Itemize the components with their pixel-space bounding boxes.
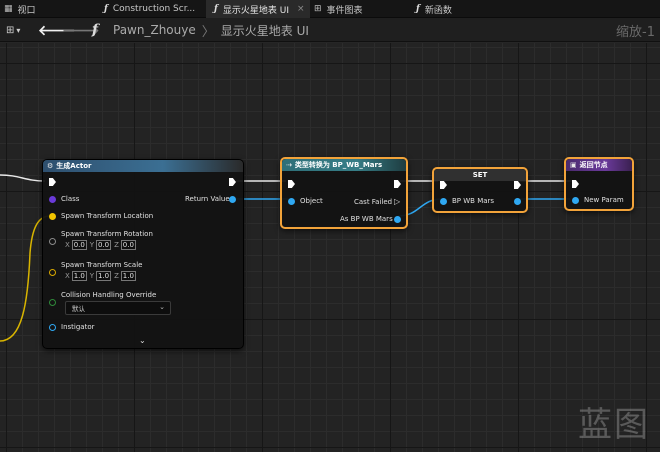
scale-fields: X 1.0 Y 1.0 Z 1.0 [65, 271, 139, 281]
exec-in-pin[interactable] [288, 180, 295, 188]
function-icon: f [92, 22, 99, 38]
rotation-y-field[interactable]: 0.0 [96, 240, 112, 250]
tab-label: 事件图表 [326, 5, 363, 16]
axis-x-label: X [65, 272, 70, 280]
exec-in-pin[interactable] [572, 180, 579, 188]
rotation-fields: X 0.0 Y 0.0 Z 0.0 [65, 240, 139, 250]
tab-new-function[interactable]: ƒ 新函数 [416, 0, 452, 18]
chevron-down-icon: ⌄ [159, 303, 165, 311]
chevron-down-icon: ▾ [16, 25, 21, 35]
spawn-icon: ⚙ [47, 162, 54, 170]
tab-label: 新函数 [424, 5, 452, 16]
new-param-label: New Param [584, 196, 624, 204]
scale-y-field[interactable]: 1.0 [96, 271, 112, 281]
cast-failed-exec-pin[interactable]: ▷ [394, 197, 400, 206]
rotation-x-field[interactable]: 0.0 [71, 240, 87, 250]
spawn-location-pin[interactable] [49, 213, 56, 220]
breadcrumb-current: 显示火星地表 UI [220, 23, 309, 38]
exec-out-pin[interactable] [394, 180, 401, 188]
collision-value: 默认 [72, 305, 85, 313]
node-title: SET [472, 171, 488, 179]
object-label: Object [300, 197, 323, 205]
graph-toolbar: ⊞ ▾ 🡐 🡒 f Pawn_Zhouye 〉 显示火星地表 UI 缩放-1 [0, 18, 660, 42]
instigator-pin[interactable] [49, 324, 56, 331]
exec-in-pin[interactable] [49, 178, 56, 186]
node-header: ⚙ 生成Actor [43, 160, 243, 172]
collision-pin[interactable] [49, 299, 56, 306]
exec-out-pin[interactable] [514, 181, 521, 189]
cast-node[interactable]: ⇢ 类型转换为 BP_WB_Mars Object Cast Failed ▷ … [280, 157, 408, 229]
blueprint-graph-canvas[interactable]: ⚙ 生成Actor Class Return Value Spawn Trans… [0, 43, 660, 452]
function-icon: ƒ [104, 4, 108, 14]
cast-icon: ⇢ [286, 161, 292, 169]
class-label: Class [61, 195, 80, 203]
function-icon: ƒ [214, 4, 218, 14]
exec-wire-in [0, 174, 46, 182]
tab-viewport[interactable]: ▦ 视口 [4, 0, 36, 18]
breadcrumb-root[interactable]: Pawn_Zhouye [113, 23, 196, 37]
axis-z-label: Z [114, 272, 119, 280]
tab-label: Construction Scr... [112, 4, 196, 14]
spawn-rotation-pin[interactable] [49, 238, 56, 245]
view-icon: ⊞ [6, 24, 15, 36]
viewport-icon: ▦ [4, 4, 13, 14]
node-header: SET [434, 169, 526, 181]
expand-chevron-icon[interactable]: ⌄ [139, 336, 146, 345]
collision-select[interactable]: 默认 ⌄ [65, 301, 171, 315]
instigator-label: Instigator [61, 323, 95, 331]
axis-z-label: Z [114, 241, 119, 249]
exec-in-pin[interactable] [440, 181, 447, 189]
rotation-z-field[interactable]: 0.0 [120, 240, 136, 250]
return-node[interactable]: ▣ 返回节点 New Param [564, 157, 634, 211]
breadcrumb: Pawn_Zhouye 〉 显示火星地表 UI [113, 18, 309, 42]
node-title: 生成Actor [56, 162, 92, 170]
watermark: 蓝图 [578, 405, 650, 445]
spawn-location-label: Spawn Transform Location [61, 212, 154, 220]
axis-y-label: Y [89, 241, 95, 249]
spawn-scale-label: Spawn Transform Scale [61, 261, 143, 269]
function-icon: ƒ [416, 4, 420, 14]
axis-y-label: Y [89, 272, 95, 280]
editor-tab-bar: ▦ 视口 ƒ Construction Scr... ƒ 显示火星地表 UI ×… [0, 0, 660, 18]
zoom-level: 缩放-1 [616, 24, 655, 40]
as-bp-label: As BP WB Mars [340, 215, 393, 223]
close-icon[interactable]: × [297, 4, 305, 14]
spawn-scale-pin[interactable] [49, 269, 56, 276]
breadcrumb-separator: 〉 [201, 24, 215, 40]
spawn-actor-node[interactable]: ⚙ 生成Actor Class Return Value Spawn Trans… [42, 159, 244, 349]
object-pin[interactable] [288, 198, 295, 205]
return-icon: ▣ [570, 161, 577, 169]
tab-show-mars-ui[interactable]: ƒ 显示火星地表 UI × [206, 0, 310, 18]
node-title: 返回节点 [579, 161, 608, 169]
new-param-pin[interactable] [572, 197, 579, 204]
bp-wb-mars-label: BP WB Mars [452, 197, 495, 205]
view-options-button[interactable]: ⊞ ▾ [6, 18, 20, 42]
cast-failed-label: Cast Failed [354, 198, 393, 206]
grid-icon: ⊞ [314, 4, 322, 14]
node-title: 类型转换为 BP_WB_Mars [294, 161, 383, 169]
as-bp-pin[interactable] [394, 216, 401, 223]
scale-z-field[interactable]: 1.0 [120, 271, 136, 281]
collision-label: Collision Handling Override [61, 291, 157, 299]
set-node[interactable]: SET BP WB Mars [432, 167, 528, 213]
tab-event-graph[interactable]: ⊞ 事件图表 [314, 0, 363, 18]
scale-x-field[interactable]: 1.0 [71, 271, 87, 281]
node-header: ▣ 返回节点 [566, 159, 632, 171]
axis-x-label: X [65, 241, 70, 249]
tab-label: 视口 [17, 5, 36, 16]
class-pin[interactable] [49, 196, 56, 203]
return-value-label: Return Value [185, 195, 230, 203]
tab-construction-script[interactable]: ƒ Construction Scr... [104, 0, 195, 18]
node-header: ⇢ 类型转换为 BP_WB_Mars [282, 159, 406, 171]
bp-wb-mars-in-pin[interactable] [440, 198, 447, 205]
return-value-pin[interactable] [229, 196, 236, 203]
spawn-rotation-label: Spawn Transform Rotation [61, 230, 153, 238]
exec-out-pin[interactable] [229, 178, 236, 186]
bp-wb-mars-out-pin[interactable] [514, 198, 521, 205]
tab-label: 显示火星地表 UI [222, 5, 289, 16]
